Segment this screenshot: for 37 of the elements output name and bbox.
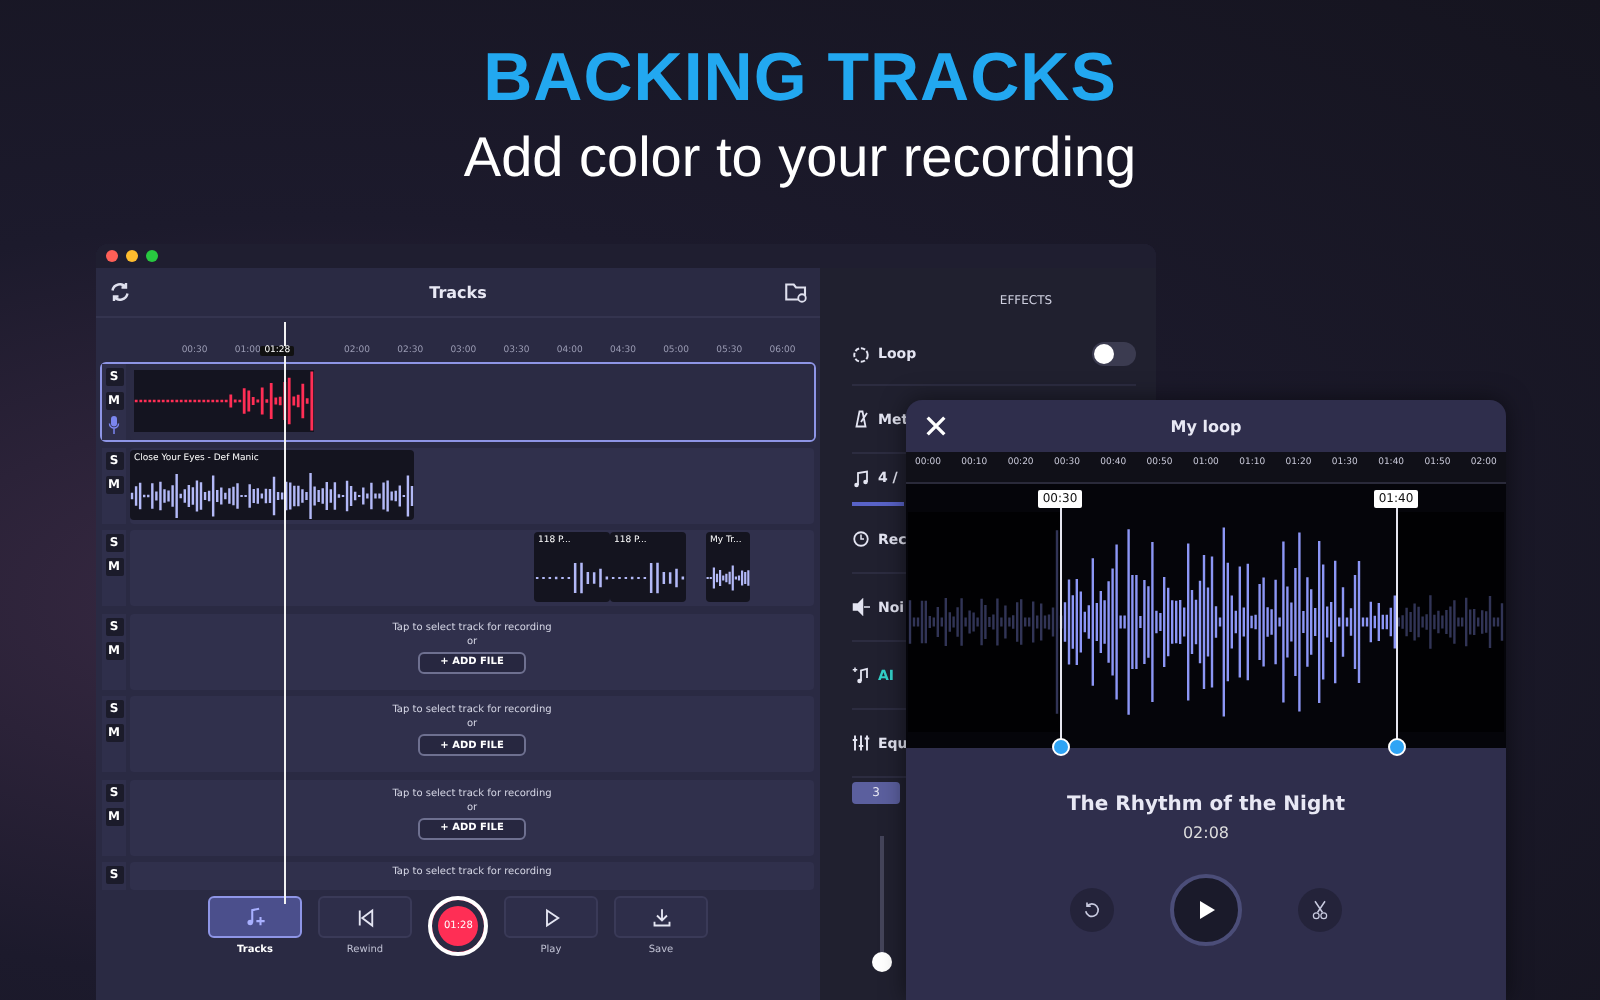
music-note-plus-icon — [244, 906, 266, 928]
song-duration: 02:08 — [1182, 824, 1230, 842]
dialog-title: My loop — [1170, 417, 1242, 435]
folder-icon[interactable] — [784, 280, 808, 304]
song-title: The Rhythm of the Night — [1066, 794, 1346, 816]
window-title: Tracks — [429, 283, 487, 301]
download-icon — [651, 907, 671, 927]
scissors-icon — [1310, 898, 1330, 922]
close-icon[interactable] — [926, 416, 946, 436]
sparkle-note-icon — [852, 666, 870, 684]
rewind-button[interactable] — [318, 896, 412, 938]
equalizer-icon — [852, 734, 870, 752]
subheadline: Add color to your recording — [463, 126, 1137, 190]
handle-knob[interactable] — [1388, 738, 1406, 756]
metronome-icon — [852, 410, 870, 428]
scissors-button[interactable] — [1298, 888, 1342, 932]
timer-icon — [852, 530, 870, 548]
microphone-icon[interactable] — [108, 416, 120, 434]
minimize-window-button[interactable] — [126, 250, 138, 262]
replay-button[interactable] — [1070, 888, 1114, 932]
replay-icon — [1082, 898, 1102, 922]
loop-icon — [852, 345, 870, 363]
speaker-icon — [852, 598, 870, 616]
tracks-button[interactable] — [208, 896, 302, 938]
zoom-window-button[interactable] — [146, 250, 158, 262]
handle-knob[interactable] — [1052, 738, 1070, 756]
play-button[interactable] — [1170, 874, 1242, 946]
headline: BACKING TRACKS — [483, 40, 1117, 118]
play-icon — [1194, 898, 1218, 922]
play-icon — [541, 907, 561, 927]
refresh-icon[interactable] — [108, 280, 132, 304]
slider-thumb[interactable] — [872, 951, 892, 972]
rewind-icon — [355, 907, 375, 927]
save-button[interactable] — [614, 896, 708, 938]
close-window-button[interactable] — [106, 250, 118, 262]
loop-toggle[interactable] — [1092, 342, 1136, 366]
music-note-icon — [852, 469, 870, 487]
